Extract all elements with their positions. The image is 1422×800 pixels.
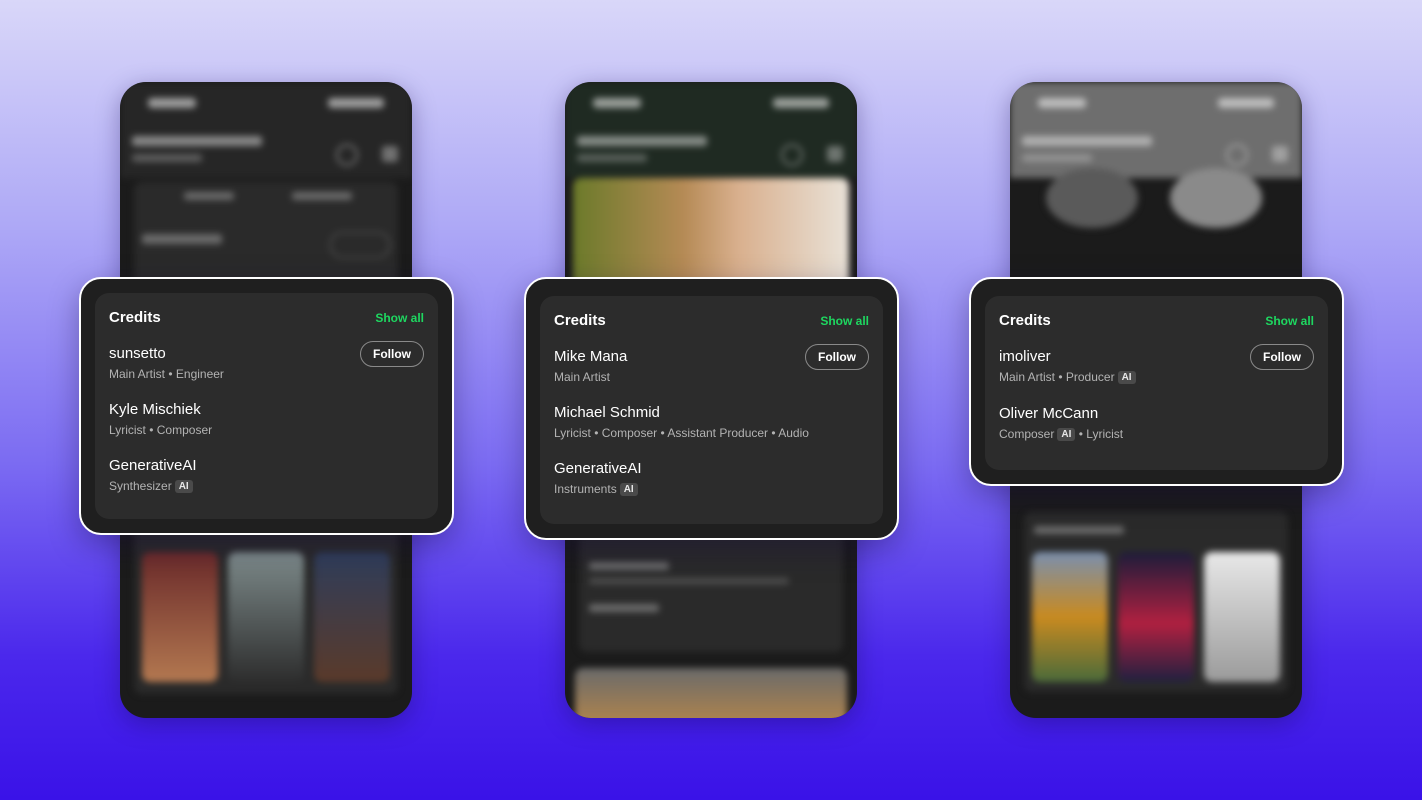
show-all-link[interactable]: Show all [375,311,424,325]
credits-panel: Credits Show all Mike Mana Main Artist F… [540,296,883,524]
credit-row: GenerativeAI Synthesizer AI [109,457,424,501]
follow-button[interactable]: Follow [1250,344,1314,370]
credit-name[interactable]: GenerativeAI [554,460,642,477]
show-all-link[interactable]: Show all [1265,314,1314,328]
credit-row: Michael Schmid Lyricist • Composer • Ass… [554,404,869,448]
credits-panel: Credits Show all imoliver Main Artist • … [985,296,1328,470]
credit-row: GenerativeAI Instruments AI [554,460,869,504]
credit-roles: Main Artist • Producer [999,370,1115,384]
credit-roles: Lyricist • Composer • Assistant Producer… [554,426,809,440]
credit-row: imoliver Main Artist • Producer AI Follow [999,344,1314,392]
ai-badge: AI [619,483,638,496]
credit-name[interactable]: Michael Schmid [554,404,660,421]
follow-button[interactable]: Follow [360,341,424,367]
show-all-link[interactable]: Show all [820,314,869,328]
follow-button[interactable]: Follow [805,344,869,370]
credit-roles-after: • Lyricist [1078,427,1124,441]
credit-roles: Synthesizer [109,479,172,493]
credits-card-2: Credits Show all Mike Mana Main Artist F… [524,277,899,540]
credit-name[interactable]: Mike Mana [554,348,627,365]
credit-roles: Main Artist • Engineer [109,367,224,381]
credits-card-3: Credits Show all imoliver Main Artist • … [969,277,1344,486]
credits-title: Credits [554,312,606,329]
ai-badge: AI [1117,371,1136,384]
credit-name[interactable]: Oliver McCann [999,405,1098,422]
ai-badge: AI [1057,428,1076,441]
credit-row: Kyle Mischiek Lyricist • Composer [109,401,424,445]
credit-roles: Instruments [554,482,617,496]
credit-row: Oliver McCann Composer AI • Lyricist [999,405,1314,449]
credits-title: Credits [999,312,1051,329]
credits-title: Credits [109,309,161,326]
credit-roles: Lyricist • Composer [109,423,213,437]
credit-name[interactable]: imoliver [999,348,1051,365]
credit-roles: Main Artist [554,370,611,384]
credits-panel: Credits Show all sunsetto Main Artist • … [95,293,438,519]
credit-row: sunsetto Main Artist • Engineer Follow [109,341,424,389]
credit-name[interactable]: GenerativeAI [109,457,197,474]
credits-card-1: Credits Show all sunsetto Main Artist • … [79,277,454,535]
ai-badge: AI [174,480,193,493]
credit-name[interactable]: Kyle Mischiek [109,401,201,418]
credit-name[interactable]: sunsetto [109,345,166,362]
credit-roles: Composer [999,427,1055,441]
credit-row: Mike Mana Main Artist Follow [554,344,869,392]
